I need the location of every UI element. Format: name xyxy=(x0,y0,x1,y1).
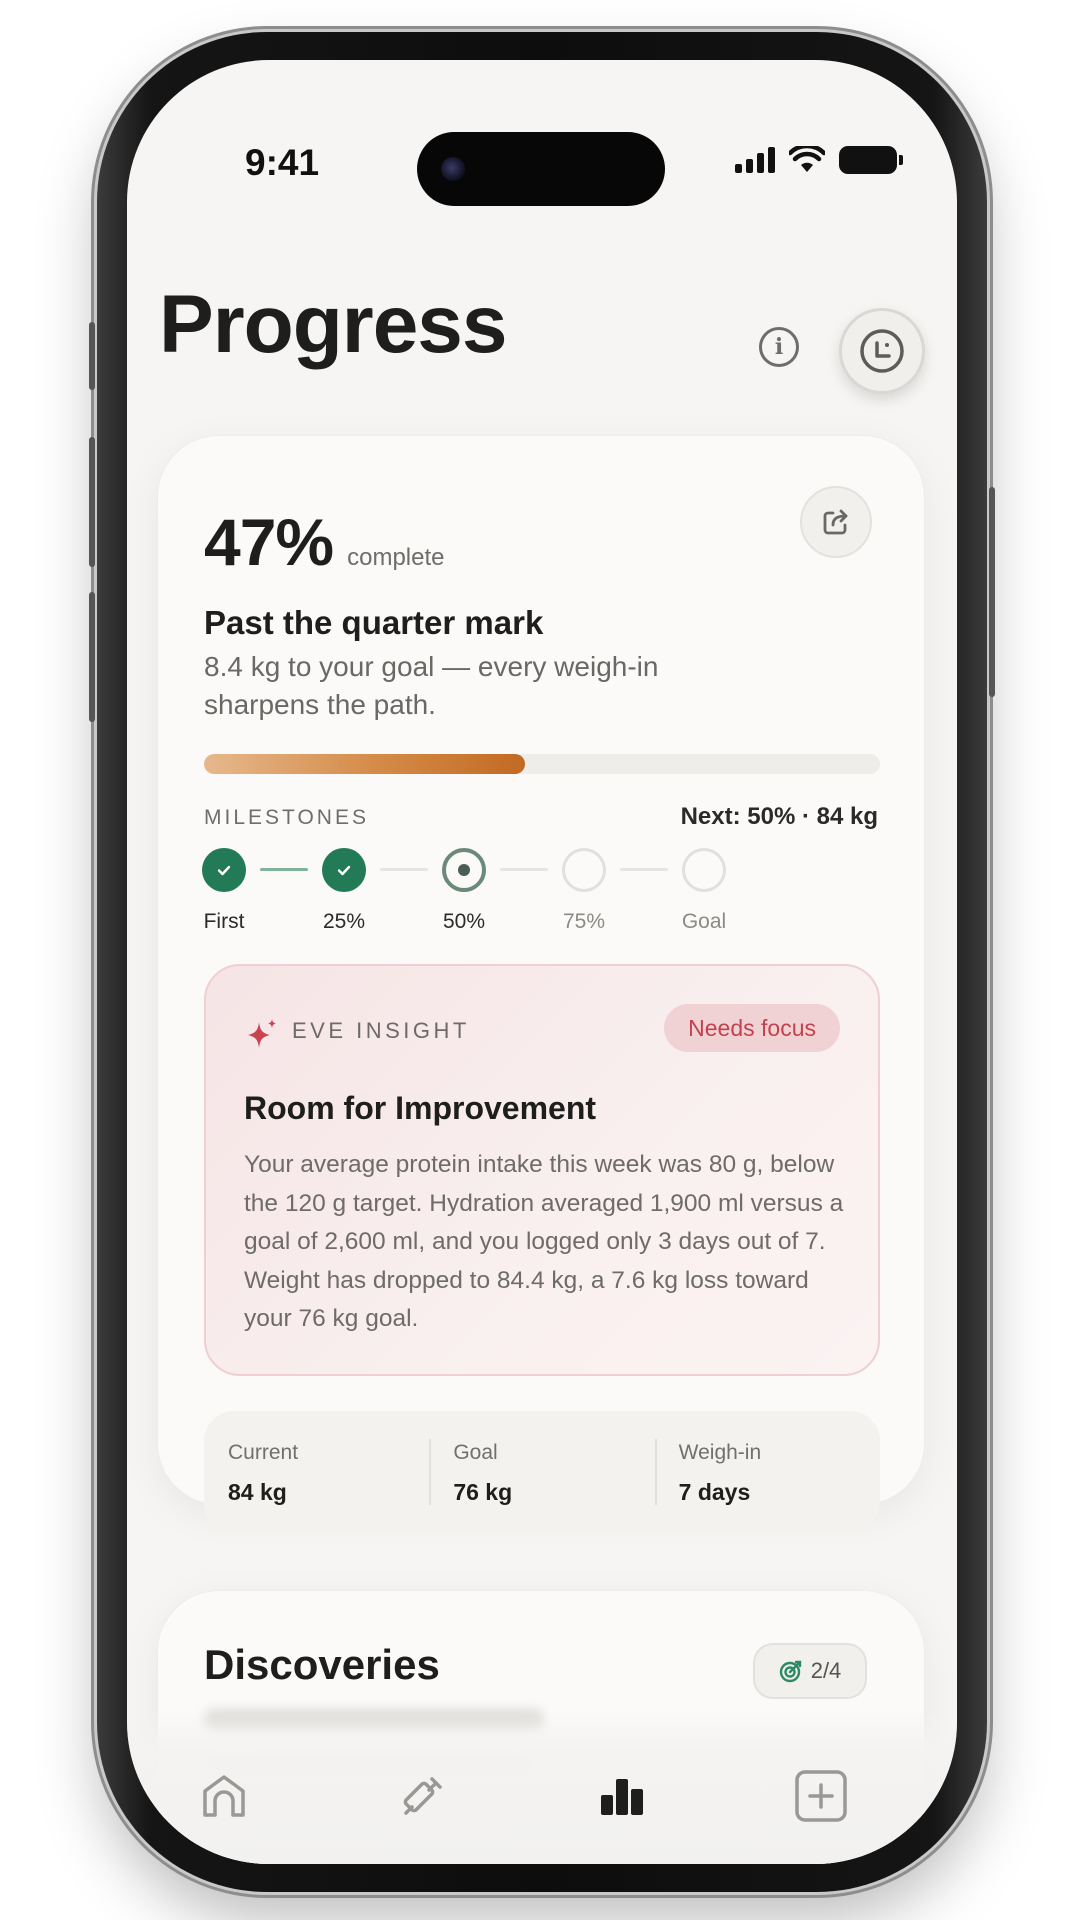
bottom-nav xyxy=(127,1710,957,1864)
avatar-button[interactable] xyxy=(839,308,925,394)
progress-bar-fill xyxy=(204,754,526,774)
progress-subtext: 8.4 kg to your goal — every weigh-in sha… xyxy=(204,651,659,720)
nav-add[interactable] xyxy=(791,1766,851,1826)
progress-headline: Past the quarter mark xyxy=(204,604,544,641)
milestone-label: Goal xyxy=(681,910,727,933)
nav-home[interactable] xyxy=(194,1766,254,1826)
dynamic-island xyxy=(417,132,665,206)
milestone-node[interactable] xyxy=(562,848,606,892)
milestone-node[interactable] xyxy=(442,848,486,892)
milestone-connector xyxy=(260,868,308,871)
page-title: Progress xyxy=(159,279,508,370)
stat-goal: Goal 76 kg xyxy=(429,1411,654,1533)
milestones-label: MILESTONES xyxy=(204,806,369,829)
discoveries-title: Discoveries xyxy=(204,1641,440,1688)
cellular-signal-icon xyxy=(735,147,775,173)
milestone-label: 50% xyxy=(442,910,486,933)
milestone-connector xyxy=(380,868,428,871)
sparkle-icon xyxy=(248,1019,276,1048)
stat-weigh-in: Weigh-in 7 days xyxy=(654,1411,880,1533)
complete-label: complete xyxy=(347,544,445,571)
screen: 9:41 Progress i 47% complete Past the qu… xyxy=(127,60,957,1864)
percent-complete: 47% xyxy=(204,505,334,579)
milestone-node[interactable] xyxy=(202,848,246,892)
current-dot xyxy=(458,864,470,876)
discoveries-count-badge[interactable]: 2/4 xyxy=(753,1643,867,1699)
status-time: 9:41 xyxy=(245,142,320,183)
target-icon xyxy=(779,1660,801,1683)
stats-row: Current 84 kg Goal 76 kg Weigh-in 7 days xyxy=(204,1411,880,1533)
insight-card[interactable]: EVE INSIGHT Needs focus Room for Improve… xyxy=(204,964,880,1376)
info-icon[interactable]: i xyxy=(759,327,799,367)
chart-bar-icon xyxy=(601,1779,643,1815)
insight-title: Room for Improvement xyxy=(244,1090,597,1126)
syringe-icon xyxy=(403,1777,442,1815)
home-icon xyxy=(203,1775,245,1817)
milestone-connector xyxy=(620,868,668,871)
front-camera xyxy=(441,157,465,181)
stat-value: 7 days xyxy=(678,1479,751,1505)
status-icons xyxy=(735,146,903,174)
percent-row: 47% complete xyxy=(204,504,445,580)
nav-progress[interactable] xyxy=(592,1766,652,1826)
insight-body: Your average protein intake this week wa… xyxy=(244,1151,844,1332)
share-icon xyxy=(823,509,848,535)
milestone-label: First xyxy=(203,910,245,933)
milestone-label: 75% xyxy=(562,910,606,933)
discoveries-count: 2/4 xyxy=(810,1658,842,1683)
stat-value: 76 kg xyxy=(453,1479,513,1505)
milestone-node[interactable] xyxy=(682,848,726,892)
stat-label: Weigh-in xyxy=(678,1441,762,1464)
battery-icon xyxy=(839,146,903,174)
insight-label: EVE INSIGHT xyxy=(292,1018,470,1043)
milestones-next: Next: 50% · 84 kg xyxy=(680,803,878,830)
nav-medication[interactable] xyxy=(393,1766,453,1826)
stat-label: Goal xyxy=(453,1441,498,1464)
phone-frame: 9:41 Progress i 47% complete Past the qu… xyxy=(89,32,995,1892)
share-button[interactable] xyxy=(800,486,872,558)
status-badge: Needs focus xyxy=(664,1004,840,1052)
wifi-icon xyxy=(789,146,825,172)
stat-value: 84 kg xyxy=(228,1479,287,1505)
face-icon xyxy=(860,329,904,373)
progress-bar xyxy=(204,754,880,774)
milestone-connector xyxy=(500,868,548,871)
milestone-label: 25% xyxy=(322,910,366,933)
progress-card: 47% complete Past the quarter mark 8.4 k… xyxy=(157,435,925,1533)
check-icon xyxy=(337,865,351,876)
plus-square-icon xyxy=(795,1770,847,1822)
stat-label: Current xyxy=(228,1441,299,1464)
stat-current: Current 84 kg xyxy=(204,1411,429,1533)
milestone-node[interactable] xyxy=(322,848,366,892)
check-icon xyxy=(217,865,231,876)
